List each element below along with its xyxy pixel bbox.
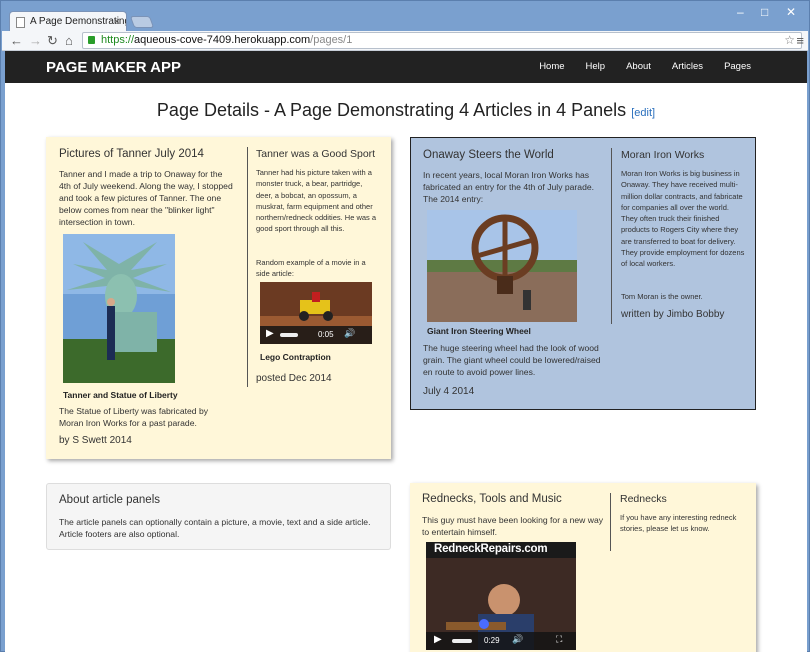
nav-articles[interactable]: Articles <box>672 61 703 72</box>
play-icon[interactable]: ▶ <box>434 634 442 645</box>
seek-bar[interactable] <box>452 639 472 643</box>
url-path: /pages/1 <box>310 34 353 46</box>
lego-video[interactable]: ▶ 0:05 🔊 <box>260 282 372 344</box>
bookmark-star-icon[interactable]: ☆ <box>784 33 795 48</box>
video-controls: ▶ 0:05 🔊 <box>260 326 372 344</box>
home-icon[interactable]: ⌂ <box>65 33 73 49</box>
side-article-title: Rednecks <box>620 493 667 505</box>
fullscreen-icon[interactable]: ⛶ <box>556 634 562 645</box>
nav-about[interactable]: About <box>626 61 651 72</box>
article-panel-about: About article panels The article panels … <box>46 483 391 550</box>
url-scheme: https:// <box>101 34 135 46</box>
steering-wheel-graphic <box>427 210 577 322</box>
app-brand[interactable]: PAGE MAKER APP <box>46 59 181 76</box>
article-title: Onaway Steers the World <box>423 149 554 161</box>
redneck-video[interactable]: RedneckRepairs.com ▶ 0:29 🔊 ⛶ <box>426 542 576 650</box>
side-article-text: Moran Iron Works is big business in Onaw… <box>621 169 745 269</box>
page-title-text: Page Details - A Page Demonstrating 4 Ar… <box>156 100 627 120</box>
article-text: This guy must have been looking for a ne… <box>422 515 604 537</box>
article-text: Tanner and I made a trip to Onaway for t… <box>59 169 233 227</box>
close-window-icon[interactable]: ✕ <box>786 5 796 19</box>
tab-title: A Page Demonstrating 4 A <box>30 16 127 27</box>
reload-icon[interactable]: ↻ <box>47 33 58 49</box>
browser-tab[interactable]: A Page Demonstrating 4 A × <box>9 11 127 33</box>
browser-menu-icon[interactable]: ≡ <box>796 33 804 48</box>
side-article-text-2: Random example of a movie in a side arti… <box>256 258 366 279</box>
article-text-2: The Statue of Liberty was fabricated by … <box>59 406 209 428</box>
play-icon[interactable]: ▶ <box>266 328 274 339</box>
video-time: 0:05 <box>318 330 334 339</box>
browser-toolbar: ← → ↻ ⌂ https://aqueous-cove-7409.heroku… <box>2 31 808 51</box>
article-panel-rednecks: Rednecks, Tools and Music This guy must … <box>410 483 756 652</box>
side-article-text-2: Tom Moran is the owner. <box>621 292 703 301</box>
article-title: About article panels <box>59 494 161 506</box>
article-panel-tanner: Pictures of Tanner July 2014 Tanner and … <box>46 137 391 459</box>
side-divider <box>247 147 248 387</box>
video-time: 0:29 <box>484 636 500 645</box>
side-article-text: If you have any interesting redneck stor… <box>620 513 737 534</box>
back-icon[interactable]: ← <box>10 33 23 49</box>
video-caption: Lego Contraption <box>260 352 331 362</box>
video-banner: RedneckRepairs.com <box>434 543 548 555</box>
article-text: The article panels can optionally contai… <box>59 517 371 539</box>
seek-bar[interactable] <box>280 333 298 337</box>
side-article-text: Tanner had his picture taken with a mons… <box>256 168 377 234</box>
new-tab-button[interactable] <box>129 16 155 28</box>
nav-home[interactable]: Home <box>539 61 564 72</box>
title-bar: A Page Demonstrating 4 A × – □ ✕ <box>1 1 809 33</box>
edit-link[interactable]: [edit] <box>631 107 655 119</box>
side-divider <box>610 493 611 551</box>
article-footer: by S Swett 2014 <box>59 435 132 446</box>
page-viewport: PAGE MAKER APP Home Help About Articles … <box>5 51 807 652</box>
side-article-title: Tanner was a Good Sport <box>256 148 376 160</box>
steering-wheel-photo <box>427 210 577 322</box>
video-controls: ▶ 0:29 🔊 ⛶ <box>426 632 576 650</box>
article-footer: July 4 2014 <box>423 386 475 397</box>
volume-icon[interactable]: 🔊 <box>512 634 523 645</box>
side-divider <box>611 148 612 324</box>
statue-photo-graphic <box>63 234 175 383</box>
close-tab-icon[interactable]: × <box>114 16 120 28</box>
article-title: Pictures of Tanner July 2014 <box>59 148 204 160</box>
browser-window: A Page Demonstrating 4 A × – □ ✕ ← → ↻ ⌂… <box>0 0 810 652</box>
article-text-2: The huge steering wheel had the look of … <box>423 343 601 377</box>
side-article-title: Moran Iron Works <box>621 149 705 161</box>
article-text: In recent years, local Moran Iron Works … <box>423 170 595 204</box>
statue-photo <box>63 234 175 383</box>
volume-icon[interactable]: 🔊 <box>344 328 355 339</box>
minimize-icon[interactable]: – <box>737 5 744 19</box>
app-navbar: PAGE MAKER APP Home Help About Articles … <box>5 51 807 83</box>
url-host: aqueous-cove-7409.herokuapp.com <box>134 34 311 46</box>
article-title: Rednecks, Tools and Music <box>422 493 562 505</box>
image-caption: Giant Iron Steering Wheel <box>427 326 531 336</box>
page-title: Page Details - A Page Demonstrating 4 Ar… <box>5 100 807 121</box>
image-caption: Tanner and Statue of Liberty <box>63 390 178 400</box>
nav-help[interactable]: Help <box>586 61 606 72</box>
maximize-icon[interactable]: □ <box>761 5 768 19</box>
side-article-footer: posted Dec 2014 <box>256 373 332 384</box>
lock-icon <box>88 36 95 44</box>
side-article-footer: written by Jimbo Bobby <box>621 309 725 320</box>
nav-pages[interactable]: Pages <box>724 61 751 72</box>
forward-icon[interactable]: → <box>29 33 42 49</box>
app-nav-links: Home Help About Articles Pages <box>539 61 751 72</box>
address-bar[interactable]: https://aqueous-cove-7409.herokuapp.com/… <box>82 32 802 49</box>
article-panel-onaway: Onaway Steers the World In recent years,… <box>410 137 756 410</box>
document-icon <box>16 17 25 28</box>
